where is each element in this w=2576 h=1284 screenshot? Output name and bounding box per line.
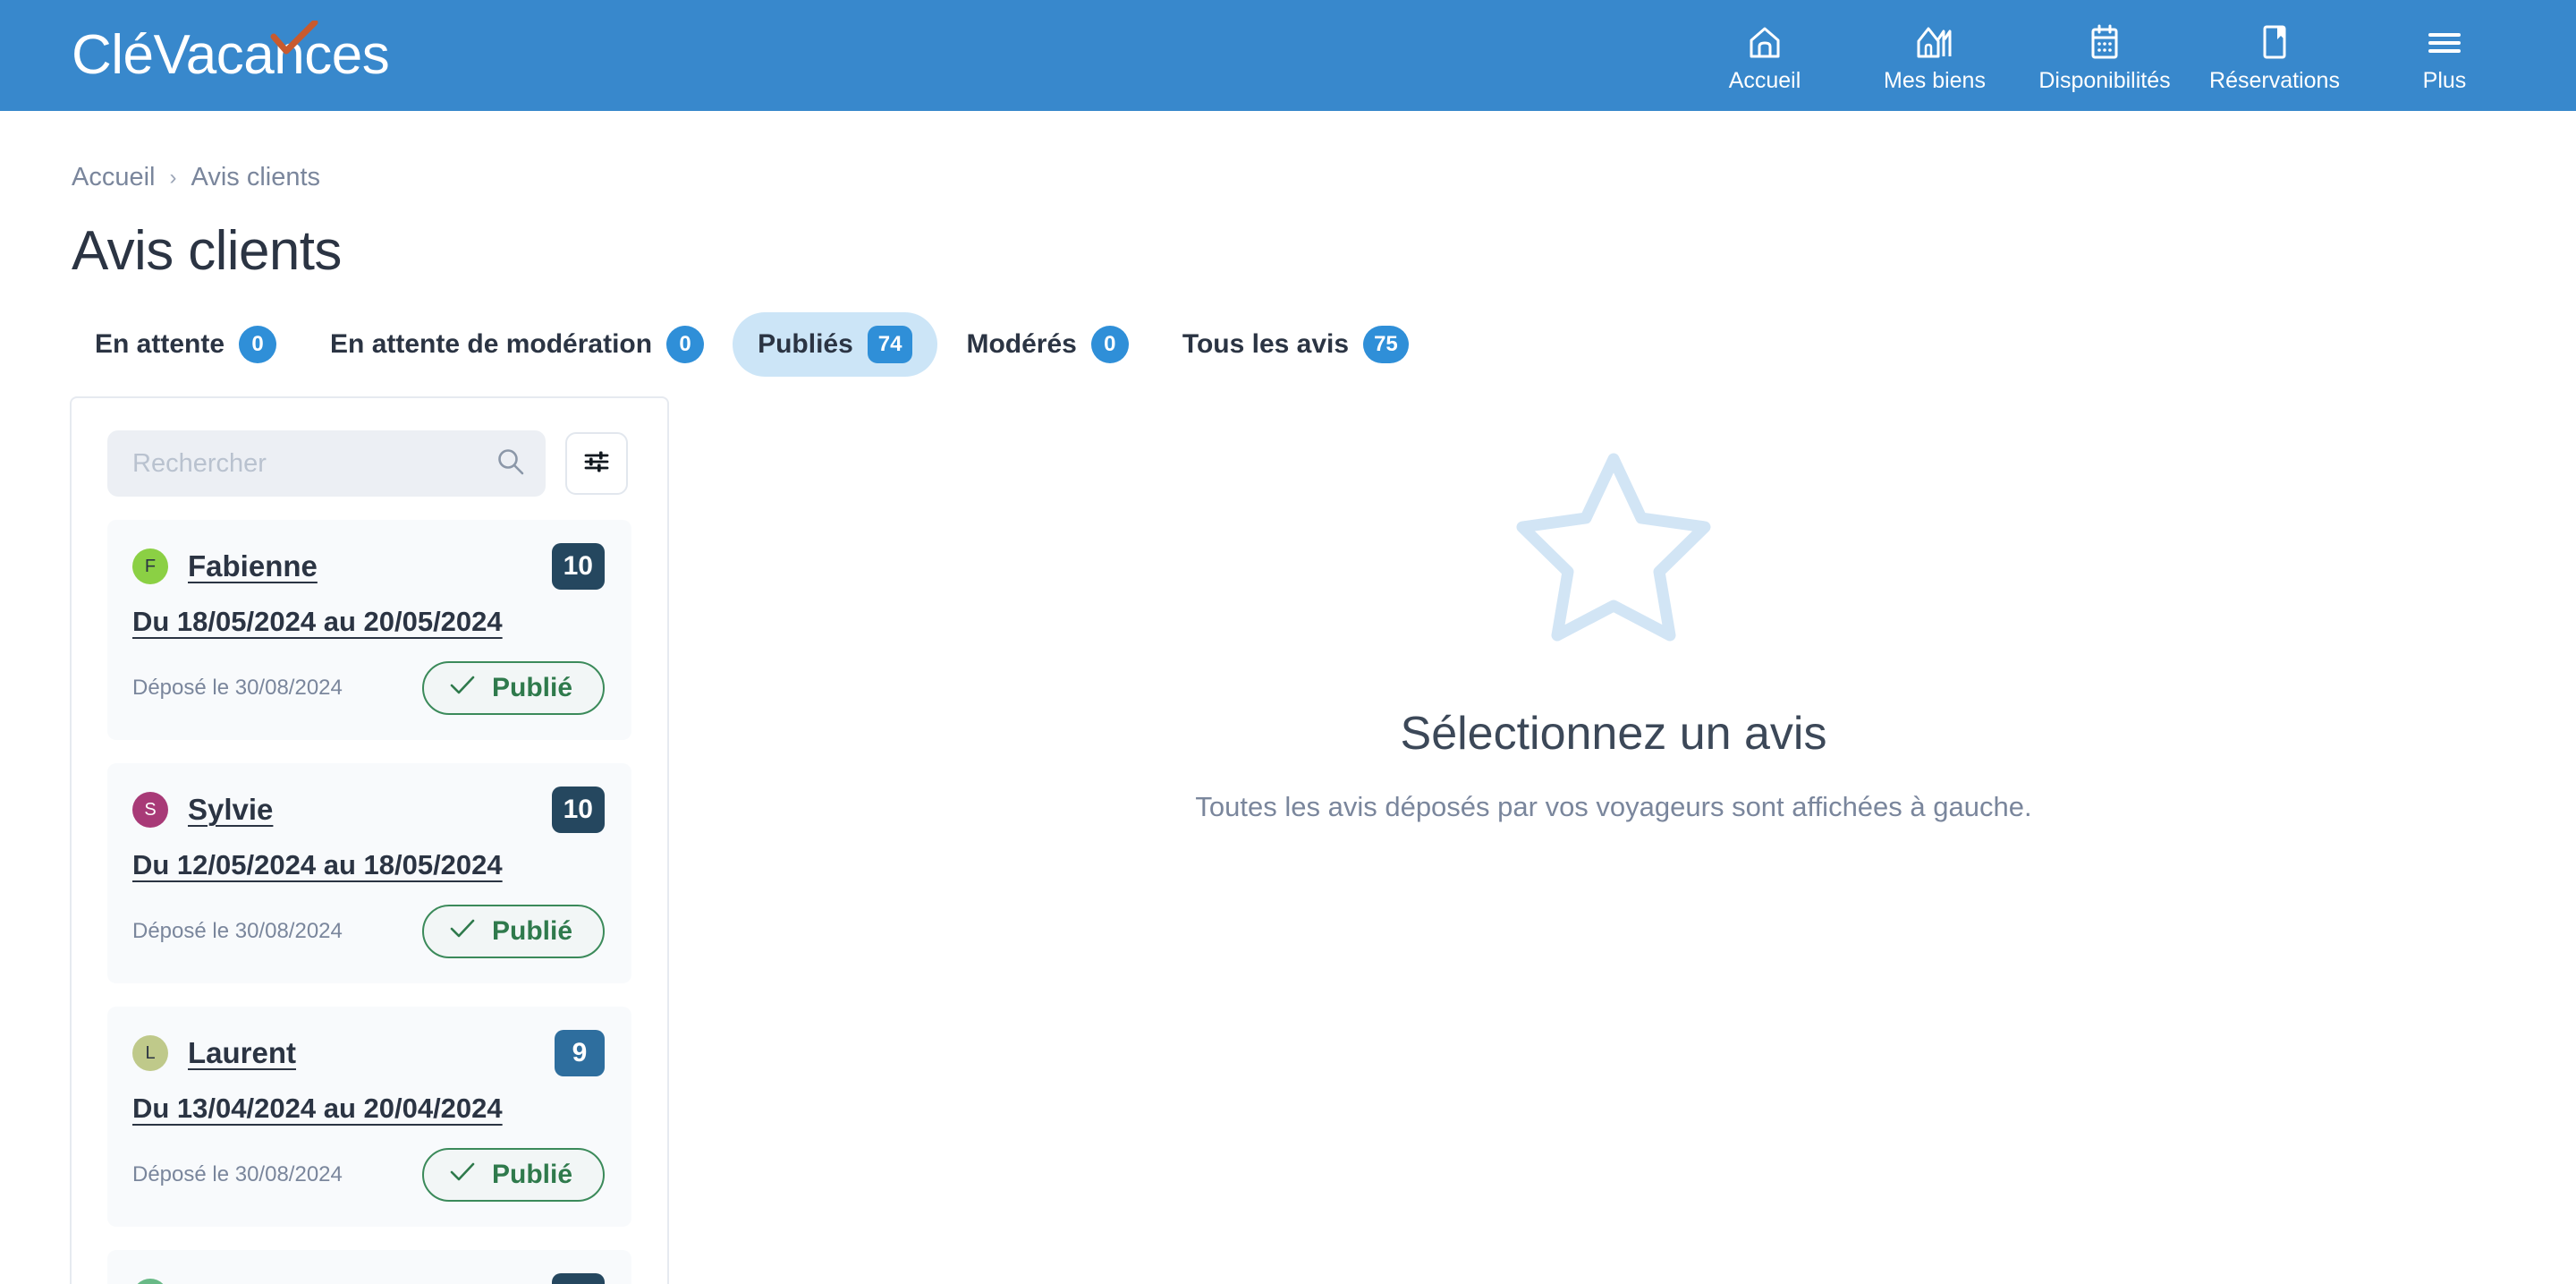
review-card[interactable]: S Sylvie 10 Du 12/05/2024 au 18/05/2024 …	[107, 763, 631, 984]
nav-label-plus: Plus	[2422, 68, 2467, 93]
review-card[interactable]: V Virginie 10	[107, 1250, 631, 1284]
review-user: S Sylvie	[132, 792, 273, 829]
breadcrumb-link-accueil[interactable]: Accueil	[72, 163, 156, 192]
review-rating-badge: 10	[551, 787, 605, 834]
star-outline-icon	[1509, 448, 1718, 651]
review-user-name[interactable]: Virginie	[188, 1280, 295, 1284]
review-status-badge[interactable]: Publié	[421, 905, 605, 959]
review-status-badge[interactable]: Publié	[421, 661, 605, 716]
main-navigation: Accueil Mes biens Disponibilités Réserva…	[1680, 19, 2529, 92]
nav-label-reservations: Réservations	[2209, 68, 2340, 93]
review-status-label: Publié	[491, 916, 572, 947]
filter-button[interactable]	[565, 432, 628, 496]
empty-state-title: Sélectionnez un avis	[1400, 708, 1827, 761]
avatar: V	[132, 1279, 168, 1284]
search-input[interactable]	[132, 448, 496, 479]
review-user: F Fabienne	[132, 548, 318, 585]
review-rating-badge: 10	[551, 1273, 605, 1284]
reviews-tab-bar: En attente 0 En attente de modération 0 …	[0, 282, 2576, 378]
breadcrumb: Accueil › Avis clients	[0, 111, 2576, 192]
page-title: Avis clients	[72, 220, 342, 282]
empty-state-panel: Sélectionnez un avis Toutes les avis dép…	[651, 396, 2576, 1284]
tab-count-badge: 0	[666, 326, 705, 364]
check-icon	[449, 917, 476, 946]
avatar: S	[132, 792, 168, 829]
sliders-filter-icon	[581, 446, 612, 481]
tab-label: Tous les avis	[1182, 329, 1350, 360]
review-card-footer: Déposé le 30/08/2024 Publié	[132, 1148, 605, 1203]
review-rating-badge: 10	[551, 543, 605, 591]
page-content: F Fabienne 10 Du 18/05/2024 au 20/05/202…	[0, 377, 2576, 1284]
tab-count-badge: 0	[1090, 326, 1129, 364]
review-card[interactable]: F Fabienne 10 Du 18/05/2024 au 20/05/202…	[107, 520, 631, 741]
check-icon	[449, 1161, 476, 1189]
nav-label-accueil: Accueil	[1728, 68, 1801, 93]
tab-tous-les-avis[interactable]: Tous les avis 75	[1157, 312, 1434, 377]
nav-item-accueil[interactable]: Accueil	[1680, 19, 1850, 92]
reviews-card-list: F Fabienne 10 Du 18/05/2024 au 20/05/202…	[72, 497, 667, 1284]
nav-item-mes-biens[interactable]: Mes biens	[1850, 19, 2020, 92]
review-deposit-date: Déposé le 30/08/2024	[132, 919, 343, 944]
reviews-list-panel: F Fabienne 10 Du 18/05/2024 au 20/05/202…	[70, 396, 669, 1284]
review-rating-badge: 9	[555, 1030, 605, 1077]
review-user-name[interactable]: Fabienne	[188, 549, 318, 583]
breadcrumb-current: Avis clients	[191, 163, 321, 191]
nav-label-disponibilites: Disponibilités	[2038, 68, 2171, 93]
tab-publies[interactable]: Publiés 74	[733, 312, 938, 378]
tab-count-badge: 0	[239, 326, 277, 364]
bookmark-icon	[2260, 24, 2289, 60]
review-card-header: L Laurent 9	[132, 1030, 605, 1077]
review-deposit-date: Déposé le 30/08/2024	[132, 676, 343, 701]
review-stay-dates[interactable]: Du 13/04/2024 au 20/04/2024	[132, 1093, 605, 1125]
tab-label: Publiés	[758, 329, 853, 360]
nav-label-mes-biens: Mes biens	[1884, 68, 1986, 93]
nav-item-reservations[interactable]: Réservations	[2190, 19, 2360, 92]
tab-label: En attente de modération	[330, 329, 653, 360]
calendar-icon	[2089, 24, 2120, 60]
review-user: V Virginie	[132, 1279, 295, 1284]
empty-state-subtitle: Toutes les avis déposés par vos voyageur…	[1195, 791, 2032, 823]
brand-logo[interactable]: CléVacances	[72, 21, 390, 86]
review-deposit-date: Déposé le 30/08/2024	[132, 1162, 343, 1187]
review-card[interactable]: L Laurent 9 Du 13/04/2024 au 20/04/2024 …	[107, 1007, 631, 1228]
search-input-wrapper[interactable]	[107, 430, 546, 497]
tab-label: Modérés	[966, 329, 1077, 360]
tab-count-badge: 74	[867, 326, 913, 364]
review-status-label: Publié	[491, 1160, 572, 1190]
tab-moderes[interactable]: Modérés 0	[941, 312, 1153, 377]
review-stay-dates[interactable]: Du 18/05/2024 au 20/05/2024	[132, 606, 605, 638]
search-icon[interactable]	[496, 446, 526, 481]
avatar: F	[132, 548, 168, 585]
review-card-header: F Fabienne 10	[132, 543, 605, 591]
houses-icon	[1916, 24, 1953, 60]
brand-logo-text: CléVacances	[72, 24, 390, 86]
hamburger-menu-icon	[2427, 24, 2462, 60]
tab-en-attente-de-moderation[interactable]: En attente de modération 0	[305, 312, 729, 377]
home-icon	[1749, 24, 1781, 60]
nav-item-plus[interactable]: Plus	[2360, 19, 2529, 92]
check-icon	[449, 674, 476, 702]
tab-label: En attente	[95, 329, 225, 360]
nav-item-disponibilites[interactable]: Disponibilités	[2020, 19, 2190, 92]
chevron-right-icon: ›	[169, 165, 177, 190]
tab-en-attente[interactable]: En attente 0	[70, 312, 301, 377]
review-user: L Laurent	[132, 1035, 296, 1072]
avatar: L	[132, 1035, 168, 1072]
review-card-footer: Déposé le 30/08/2024 Publié	[132, 661, 605, 716]
review-card-header: V Virginie 10	[132, 1273, 605, 1284]
review-stay-dates[interactable]: Du 12/05/2024 au 18/05/2024	[132, 849, 605, 881]
review-status-badge[interactable]: Publié	[421, 1148, 605, 1203]
review-card-footer: Déposé le 30/08/2024 Publié	[132, 905, 605, 959]
review-status-label: Publié	[491, 673, 572, 703]
search-row	[72, 398, 667, 497]
review-card-header: S Sylvie 10	[132, 787, 605, 834]
top-header: CléVacances Accueil Mes biens Disponibil…	[0, 0, 2576, 111]
review-user-name[interactable]: Sylvie	[188, 793, 273, 827]
tab-count-badge: 75	[1363, 326, 1409, 364]
review-user-name[interactable]: Laurent	[188, 1036, 296, 1070]
